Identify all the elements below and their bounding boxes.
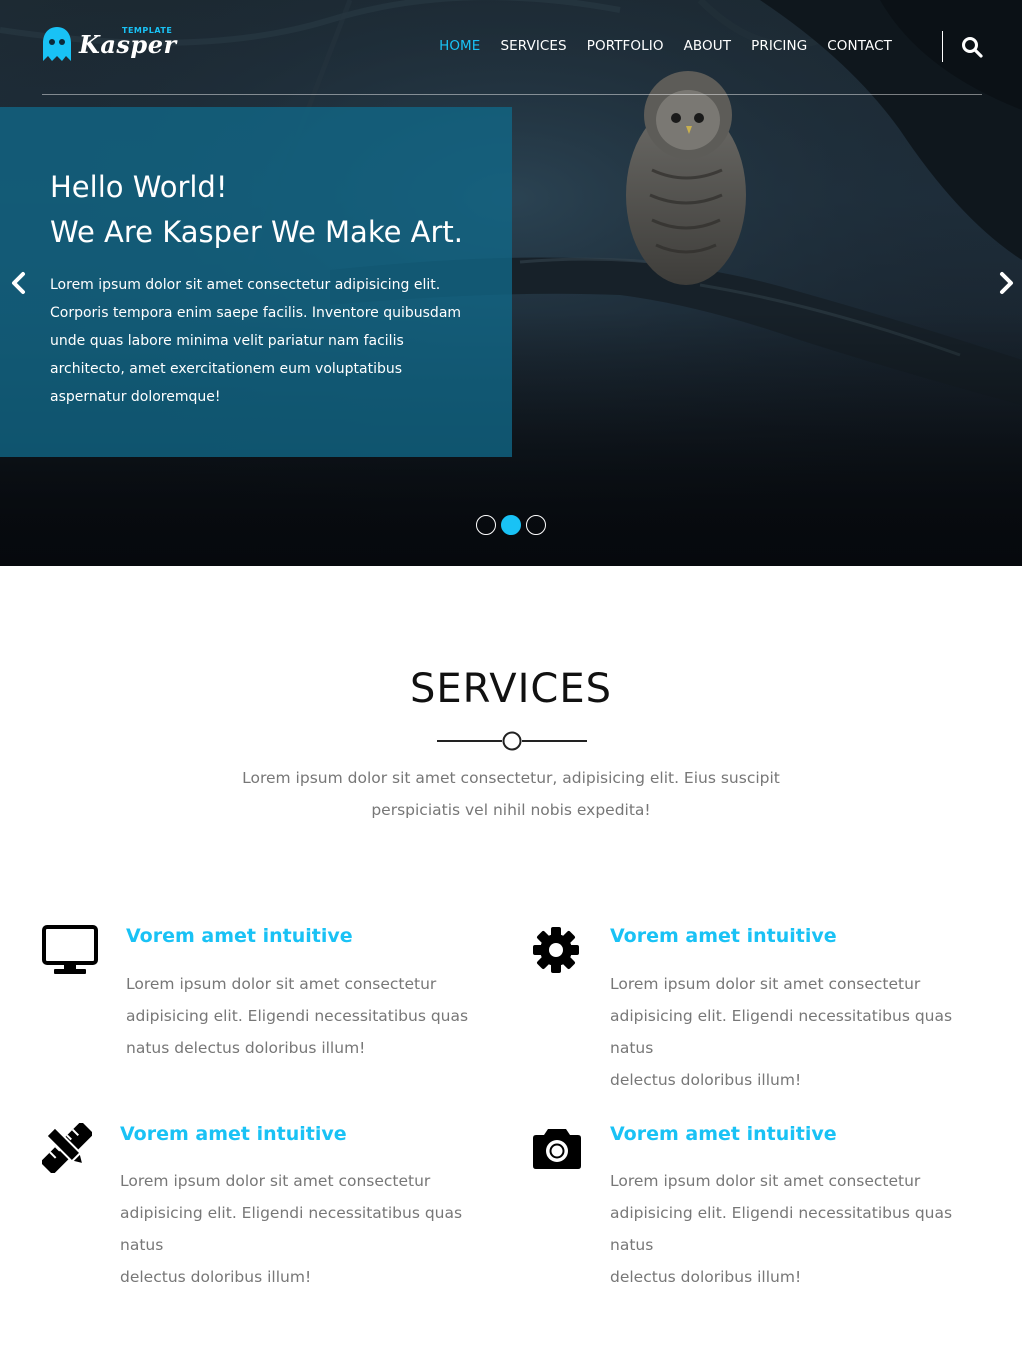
- camera-icon: [533, 1129, 581, 1169]
- service-title: Vorem amet intuitive: [120, 1123, 347, 1145]
- main-navigation: HOME SERVICES PORTFOLIO ABOUT PRICING CO…: [429, 37, 902, 55]
- pencil-ruler-icon: [42, 1123, 92, 1173]
- service-item-3: Vorem amet intuitive Lorem ipsum dolor s…: [42, 1123, 502, 1286]
- search-icon: [962, 37, 983, 58]
- service-title: Vorem amet intuitive: [610, 925, 837, 947]
- nav-item-services[interactable]: SERVICES: [490, 37, 576, 55]
- slide-title-line2: We Are Kasper We Make Art.: [50, 215, 463, 249]
- service-description-line1: Lorem ipsum dolor sit amet consectetur: [120, 1172, 431, 1190]
- slide-title: Hello World! We Are Kasper We Make Art.: [50, 165, 463, 255]
- services-intro: Lorem ipsum dolor sit amet consectetur, …: [241, 762, 781, 826]
- service-description-line2: adipisicing elit. Eligendi necessitatibu…: [610, 1007, 953, 1057]
- nav-item-home[interactable]: HOME: [429, 37, 490, 55]
- nav-item-pricing[interactable]: PRICING: [741, 37, 817, 55]
- service-description-line1: Lorem ipsum dolor sit amet consectetur: [126, 975, 437, 993]
- search-button[interactable]: [960, 35, 984, 59]
- service-description-line3: delectus doloribus illum!: [610, 1268, 802, 1286]
- slider-prev-button[interactable]: [8, 270, 30, 296]
- slide-description: Lorem ipsum dolor sit amet consectetur a…: [50, 277, 462, 405]
- brand-logo[interactable]: TEMPLATE Kasper: [42, 24, 176, 66]
- chevron-right-icon: [1000, 272, 1013, 294]
- slider-bullet-3[interactable]: [526, 515, 546, 535]
- gear-icon: [533, 927, 579, 973]
- service-description: Lorem ipsum dolor sit amet consectetur a…: [610, 1165, 995, 1293]
- nav-item-contact[interactable]: CONTACT: [817, 37, 902, 55]
- desktop-icon: [42, 925, 98, 974]
- nav-item-portfolio[interactable]: PORTFOLIO: [577, 37, 674, 55]
- service-item-4: Vorem amet intuitive Lorem ipsum dolor s…: [532, 1123, 992, 1286]
- service-title: Vorem amet intuitive: [610, 1123, 837, 1145]
- header-divider: [42, 94, 982, 95]
- services-intro-line1: Lorem ipsum dolor sit amet consectetur, …: [242, 769, 780, 787]
- service-description-line3: delectus doloribus illum!: [610, 1071, 802, 1089]
- nav-item-about[interactable]: ABOUT: [674, 37, 742, 55]
- slider-bullet-1[interactable]: [476, 515, 496, 535]
- slide-title-line1: Hello World!: [50, 170, 228, 204]
- service-item-2: Vorem amet intuitive Lorem ipsum dolor s…: [532, 925, 992, 1089]
- service-description-line1: Lorem ipsum dolor sit amet consectetur: [610, 975, 921, 993]
- service-description-line1: Lorem ipsum dolor sit amet consectetur: [610, 1172, 921, 1190]
- service-description-line2: adipisicing elit. Eligendi necessitatibu…: [610, 1204, 953, 1254]
- service-description: Lorem ipsum dolor sit amet consectetur a…: [120, 1165, 505, 1293]
- service-description-line3: natus delectus doloribus illum!: [126, 1039, 366, 1057]
- service-item-1: Vorem amet intuitive Lorem ipsum dolor s…: [42, 925, 502, 1075]
- slider-bullet-2[interactable]: [501, 515, 521, 535]
- services-intro-line2: perspiciatis vel nihil nobis expedita!: [371, 801, 651, 819]
- service-title: Vorem amet intuitive: [126, 925, 353, 947]
- service-description: Lorem ipsum dolor sit amet consectetur a…: [126, 968, 506, 1064]
- chevron-left-icon: [12, 272, 25, 294]
- hero-slider: TEMPLATE Kasper HOME SERVICES PORTFOLIO …: [0, 0, 1022, 566]
- slider-next-button[interactable]: [995, 270, 1017, 296]
- service-description-line2: adipisicing elit. Eligendi necessitatibu…: [126, 1007, 469, 1025]
- service-description-line3: delectus doloribus illum!: [120, 1268, 312, 1286]
- ghost-icon: [43, 27, 71, 61]
- service-description-line2: adipisicing elit. Eligendi necessitatibu…: [120, 1204, 463, 1254]
- slide-content-box: Hello World! We Are Kasper We Make Art. …: [0, 107, 512, 457]
- slider-pagination: [476, 515, 546, 535]
- section-divider: [437, 731, 587, 751]
- brand-name: Kasper: [79, 30, 177, 59]
- nav-separator: [942, 31, 943, 62]
- services-title: SERVICES: [409, 666, 613, 712]
- service-description: Lorem ipsum dolor sit amet consectetur a…: [610, 968, 995, 1096]
